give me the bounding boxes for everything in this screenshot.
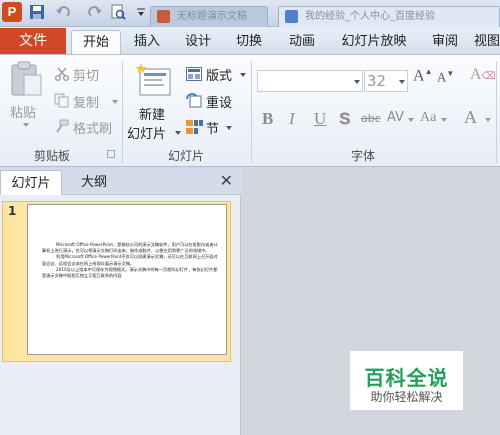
italic-button[interactable]: I [289,109,295,129]
section-button[interactable]: 节 [206,118,219,137]
format-painter-icon [56,119,69,133]
cut-button[interactable]: 剪切 [73,65,99,84]
ribbon-home: 粘贴 剪切 复制 格式刷 剪贴板 新建 幻灯片 版式 重设 节 幻灯片 32 A… [0,54,500,167]
powerpoint-app-icon[interactable]: P [2,2,22,22]
paste-button[interactable]: 粘贴 [10,102,36,121]
group-divider [251,61,252,163]
text-shadow-button[interactable]: S [339,109,350,129]
group-divider [122,61,123,163]
browser-tab-baidu-jingyan[interactable]: 我的经验_个人中心_百度经验 [278,6,500,27]
layout-button[interactable]: 版式 [206,65,232,84]
slide-number: 1 [8,204,17,218]
character-spacing-button[interactable]: AV [387,110,404,125]
font-size-combo[interactable]: 32 [364,70,408,92]
copy-dropdown-icon[interactable] [112,100,118,104]
reset-button[interactable]: 重设 [206,92,232,111]
tab-title: 我的经验_个人中心_百度经验 [305,11,435,22]
tab-title: 无标题演示文稿 [177,11,247,22]
section-icon [186,120,203,134]
font-color-dropdown-icon[interactable] [485,118,491,122]
clipboard-launcher-icon[interactable] [107,150,115,158]
slide-paragraph: 利用Microsoft Office PowerPoint不仅可以创建演示文稿，… [42,254,218,266]
section-dropdown-icon[interactable] [226,126,232,130]
font-color-button[interactable]: A [464,107,477,128]
tab-design[interactable]: 设计 [175,30,221,54]
slide-thumbnail[interactable]: Microsoft Office PowerPoint，是微软公司的演示文稿软件… [27,204,227,355]
format-painter-button[interactable]: 格式刷 [73,118,112,137]
shrink-font-button[interactable]: A▼ [437,69,454,85]
panel-tab-bar: 幻灯片 大纲 ✕ [0,168,241,195]
new-slide-button[interactable]: 幻灯片 [127,123,166,142]
watermark-subtitle: 助你轻松解决 [370,390,443,404]
tab-review[interactable]: 审阅 [422,30,468,54]
tab-insert[interactable]: 插入 [124,30,170,54]
undo-icon[interactable] [55,4,71,20]
print-preview-icon[interactable] [110,4,126,20]
tab-home[interactable]: 开始 [71,30,121,54]
clipboard-group-label: 剪贴板 [33,149,70,163]
grow-font-button[interactable]: A▲ [413,67,432,85]
group-divider [496,61,497,163]
tab-outline[interactable]: 大纲 [62,170,126,195]
slide-paragraph: Microsoft Office PowerPoint，是微软公司的演示文稿软件… [42,242,218,254]
tab-animations[interactable]: 动画 [279,30,325,54]
layout-icon [186,67,202,81]
bold-button[interactable]: B [262,109,273,129]
copy-button[interactable]: 复制 [73,92,99,111]
strikethrough-button[interactable]: abc [361,112,381,125]
slide-paragraph: 2010及以上版本中可保存为视频格式。演示文稿中的每一页就叫幻灯片，每张幻灯片都… [42,266,218,279]
font-name-combo[interactable] [257,70,363,92]
paste-icon [11,61,42,96]
watermark-title: 百科全说 [364,366,449,390]
new-slide-label[interactable]: 新建 [139,104,165,123]
title-bar: P 无标题演示文稿 我的经验_个人中心_百度经验 [0,0,500,27]
slides-panel: 幻灯片 大纲 ✕ 1 Microsoft Office PowerPoint，是… [0,168,241,435]
browser-tab-presentation[interactable]: 无标题演示文稿 [150,6,268,27]
new-slide-icon [135,63,171,96]
underline-button[interactable]: U [314,109,326,129]
customize-toolbar-icon[interactable] [136,4,146,20]
ribbon-tab-bar: 文件 开始 插入 设计 切换 动画 幻灯片放映 审阅 视图 [0,27,500,54]
change-case-dropdown-icon[interactable] [441,118,447,122]
slide-body-text: Microsoft Office PowerPoint，是微软公司的演示文稿软件… [42,242,218,279]
font-size-dropdown-icon[interactable] [399,80,405,84]
save-icon[interactable] [29,4,45,20]
tab-file[interactable]: 文件 [0,28,66,54]
font-name-dropdown-icon[interactable] [354,80,360,84]
tab-transitions[interactable]: 切换 [226,30,272,54]
slides-group-label: 幻灯片 [167,149,204,163]
cut-icon [55,67,69,81]
tab-view[interactable]: 视图 [474,30,500,54]
change-case-button[interactable]: Aa [420,110,436,126]
layout-dropdown-icon[interactable] [240,73,246,77]
tab-slides[interactable]: 幻灯片 [0,170,62,195]
font-group-label: 字体 [350,149,375,163]
reset-icon [186,93,202,108]
character-spacing-dropdown-icon[interactable] [408,118,414,122]
redo-icon[interactable] [87,4,103,20]
watermark-logo: 百科全说 助你轻松解决 [350,351,463,410]
close-panel-icon[interactable]: ✕ [220,172,233,190]
font-size-value: 32 [367,72,387,90]
clear-formatting-button[interactable]: A⌫ [470,66,496,84]
new-slide-dropdown-icon[interactable] [175,131,181,135]
tab-favicon-icon [157,10,170,23]
copy-icon [54,93,69,108]
tab-slideshow[interactable]: 幻灯片放映 [332,30,416,54]
paste-dropdown-icon[interactable] [23,123,29,127]
tab-favicon-icon [285,10,298,23]
